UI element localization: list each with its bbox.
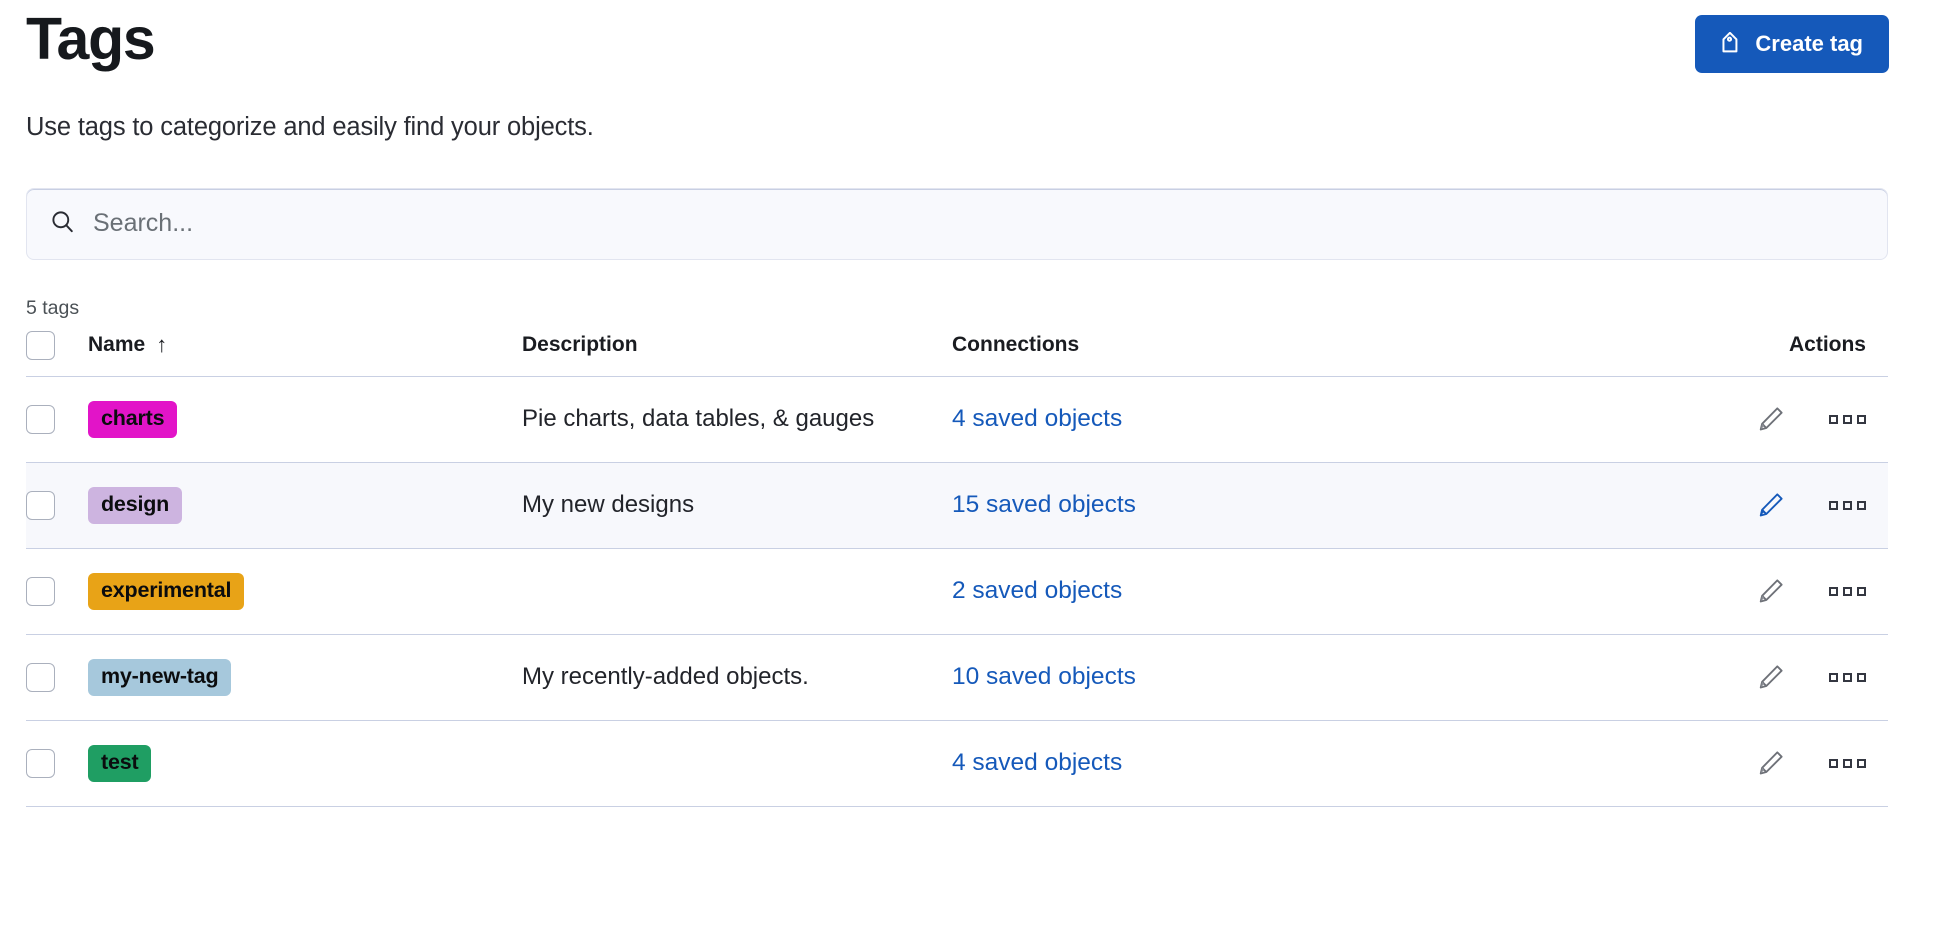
tag-badge[interactable]: my-new-tag bbox=[88, 659, 231, 696]
boxes-horizontal-icon bbox=[1829, 501, 1866, 510]
tag-icon bbox=[1717, 32, 1742, 57]
tag-name-cell: test bbox=[88, 720, 522, 806]
search-icon bbox=[49, 208, 76, 240]
row-select-cell bbox=[26, 462, 88, 548]
more-actions-button[interactable] bbox=[1821, 667, 1874, 688]
tag-actions-cell bbox=[1452, 634, 1888, 720]
edit-tag-button[interactable] bbox=[1749, 485, 1793, 525]
tag-description-cell bbox=[522, 548, 952, 634]
name-column-header[interactable]: Name ↑ bbox=[88, 331, 522, 377]
tag-actions-cell bbox=[1452, 548, 1888, 634]
tag-description-cell: My new designs bbox=[522, 462, 952, 548]
edit-tag-button[interactable] bbox=[1749, 657, 1793, 697]
select-all-header bbox=[26, 331, 88, 377]
edit-tag-button[interactable] bbox=[1749, 399, 1793, 439]
more-actions-button[interactable] bbox=[1821, 753, 1874, 774]
tag-badge[interactable]: test bbox=[88, 745, 151, 782]
tag-connections-cell: 4 saved objects bbox=[952, 720, 1452, 806]
tag-name-cell: charts bbox=[88, 376, 522, 462]
search-bar[interactable] bbox=[26, 188, 1888, 260]
table-row[interactable]: my-new-tag My recently-added objects.10 s… bbox=[26, 634, 1888, 720]
pencil-icon bbox=[1757, 765, 1785, 780]
tag-badge[interactable]: design bbox=[88, 487, 182, 524]
tag-connections-cell: 10 saved objects bbox=[952, 634, 1452, 720]
row-select-cell bbox=[26, 634, 88, 720]
table-row[interactable]: test 4 saved objects bbox=[26, 720, 1888, 806]
tag-name-cell: my-new-tag bbox=[88, 634, 522, 720]
table-header-row: Name ↑ Description Connections Actions bbox=[26, 331, 1888, 377]
actions-column-header: Actions bbox=[1452, 331, 1888, 377]
more-actions-button[interactable] bbox=[1821, 495, 1874, 516]
saved-objects-link[interactable]: 2 saved objects bbox=[952, 577, 1122, 604]
row-select-cell bbox=[26, 548, 88, 634]
table-row[interactable]: design My new designs15 saved objects bbox=[26, 462, 1888, 548]
page-subtitle: Use tags to categorize and easily find y… bbox=[26, 113, 1908, 142]
more-actions-button[interactable] bbox=[1821, 581, 1874, 602]
more-actions-button[interactable] bbox=[1821, 409, 1874, 430]
create-tag-button[interactable]: Create tag bbox=[1695, 15, 1889, 73]
tag-actions-cell bbox=[1452, 376, 1888, 462]
page-title: Tags bbox=[26, 6, 155, 74]
pencil-icon bbox=[1757, 679, 1785, 694]
tag-actions-cell bbox=[1452, 462, 1888, 548]
select-all-checkbox[interactable] bbox=[26, 331, 55, 360]
saved-objects-link[interactable]: 4 saved objects bbox=[952, 405, 1122, 432]
table-row[interactable]: experimental 2 saved objects bbox=[26, 548, 1888, 634]
page-header: Tags Create tag bbox=[26, 0, 1908, 74]
search-input[interactable] bbox=[93, 209, 1865, 238]
saved-objects-link[interactable]: 10 saved objects bbox=[952, 663, 1136, 690]
pencil-icon bbox=[1757, 593, 1785, 608]
boxes-horizontal-icon bbox=[1829, 587, 1866, 596]
connections-column-header: Connections bbox=[952, 331, 1452, 377]
pencil-icon bbox=[1757, 507, 1785, 522]
row-select-cell bbox=[26, 376, 88, 462]
edit-tag-button[interactable] bbox=[1749, 571, 1793, 611]
boxes-horizontal-icon bbox=[1829, 673, 1866, 682]
edit-tag-button[interactable] bbox=[1749, 743, 1793, 783]
tags-page: Tags Create tag Use tags to categorize a… bbox=[0, 0, 1934, 940]
tag-name-cell: design bbox=[88, 462, 522, 548]
tag-badge[interactable]: charts bbox=[88, 401, 177, 438]
name-header-label: Name bbox=[88, 333, 145, 357]
pencil-icon bbox=[1757, 421, 1785, 436]
saved-objects-link[interactable]: 15 saved objects bbox=[952, 491, 1136, 518]
table-row[interactable]: charts Pie charts, data tables, & gauges4… bbox=[26, 376, 1888, 462]
row-checkbox[interactable] bbox=[26, 663, 55, 692]
tag-connections-cell: 2 saved objects bbox=[952, 548, 1452, 634]
create-tag-label: Create tag bbox=[1755, 31, 1863, 57]
boxes-horizontal-icon bbox=[1829, 415, 1866, 424]
saved-objects-link[interactable]: 4 saved objects bbox=[952, 749, 1122, 776]
row-select-cell bbox=[26, 720, 88, 806]
tag-description-cell: Pie charts, data tables, & gauges bbox=[522, 376, 952, 462]
row-checkbox[interactable] bbox=[26, 491, 55, 520]
sort-ascending-icon: ↑ bbox=[156, 334, 167, 356]
tag-badge[interactable]: experimental bbox=[88, 573, 244, 610]
tag-count-label: 5 tags bbox=[26, 297, 1908, 320]
tag-name-cell: experimental bbox=[88, 548, 522, 634]
row-checkbox[interactable] bbox=[26, 405, 55, 434]
row-checkbox[interactable] bbox=[26, 577, 55, 606]
boxes-horizontal-icon bbox=[1829, 759, 1866, 768]
description-column-header: Description bbox=[522, 331, 952, 377]
tag-connections-cell: 15 saved objects bbox=[952, 462, 1452, 548]
tag-description-cell: My recently-added objects. bbox=[522, 634, 952, 720]
tags-table-body: chartsPie charts, data tables, & gauges4… bbox=[26, 376, 1888, 806]
tag-actions-cell bbox=[1452, 720, 1888, 806]
row-checkbox[interactable] bbox=[26, 749, 55, 778]
tag-description-cell bbox=[522, 720, 952, 806]
tags-table: Name ↑ Description Connections Actions c… bbox=[26, 331, 1888, 807]
tag-connections-cell: 4 saved objects bbox=[952, 376, 1452, 462]
